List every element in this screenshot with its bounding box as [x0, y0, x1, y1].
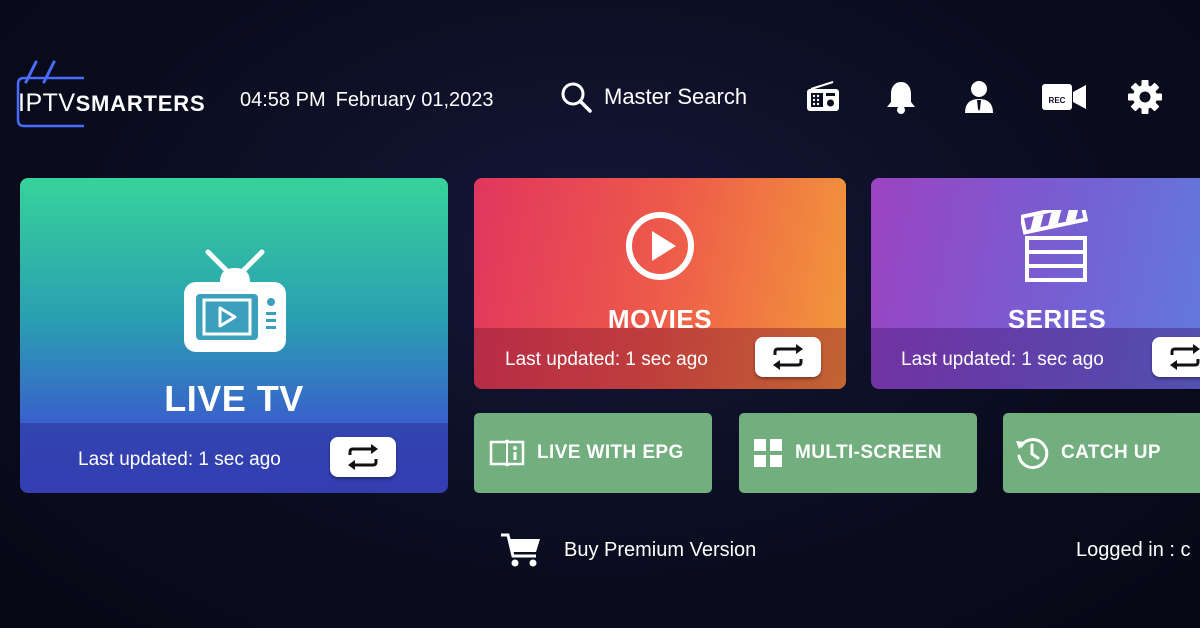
history-icon — [1016, 438, 1049, 470]
multi-screen-tile[interactable]: MULTI-SCREEN — [739, 413, 977, 493]
gear-icon — [1128, 80, 1162, 114]
profile-button[interactable] — [958, 76, 1000, 118]
settings-button[interactable] — [1124, 76, 1166, 118]
movies-footer: Last updated: 1 sec ago — [474, 328, 846, 389]
recordings-button[interactable]: REC — [1040, 76, 1088, 118]
series-footer: Last updated: 1 sec ago — [871, 328, 1200, 389]
user-icon — [965, 81, 993, 113]
refresh-icon — [773, 344, 803, 370]
live-tv-refresh-button[interactable] — [330, 437, 396, 477]
current-time: 04:58 PM — [240, 89, 326, 111]
rec-badge-text: REC — [1049, 96, 1066, 105]
rec-camera-icon: REC — [1042, 84, 1086, 110]
catch-up-label: CATCH UP — [1061, 442, 1161, 463]
movies-updated: Last updated: 1 sec ago — [505, 349, 708, 370]
buy-premium-button[interactable]: Buy Premium Version — [500, 530, 756, 570]
live-with-epg-tile[interactable]: LIVE WITH EPG — [474, 413, 712, 493]
live-tv-updated: Last updated: 1 sec ago — [78, 449, 281, 470]
series-tile[interactable]: SERIES Last updated: 1 sec ago — [871, 178, 1200, 389]
play-circle-icon — [626, 212, 694, 280]
logged-in-status: Logged in : c — [1076, 539, 1191, 561]
refresh-icon — [348, 444, 378, 470]
live-tv-title: LIVE TV — [164, 378, 304, 419]
master-search-button[interactable]: Master Search — [560, 80, 747, 114]
search-icon — [561, 82, 592, 113]
app-logo: IPTVSMARTERS — [14, 58, 214, 128]
logo-prefix: IPTV — [18, 89, 76, 117]
tv-icon — [184, 249, 286, 352]
series-updated: Last updated: 1 sec ago — [901, 349, 1104, 370]
live-tv-tile[interactable]: LIVE TV Last updated: 1 sec ago — [20, 178, 448, 493]
epg-book-icon — [489, 439, 525, 467]
movies-refresh-button[interactable] — [755, 337, 821, 377]
movies-tile[interactable]: MOVIES Last updated: 1 sec ago — [474, 178, 846, 389]
master-search-label: Master Search — [604, 84, 748, 109]
logo-name: SMARTERS — [75, 91, 206, 116]
radio-icon — [807, 81, 839, 111]
catch-up-tile[interactable]: CATCH UP — [1003, 413, 1200, 493]
live-with-epg-label: LIVE WITH EPG — [537, 442, 684, 463]
multi-screen-label: MULTI-SCREEN — [795, 442, 942, 463]
clock: 04:58 PM February 01,2023 — [240, 89, 494, 112]
bell-icon — [887, 82, 915, 114]
logo-text: IPTVSMARTERS — [18, 89, 205, 118]
current-date: February 01,2023 — [335, 89, 494, 111]
series-refresh-button[interactable] — [1152, 337, 1200, 377]
shopping-cart-icon — [501, 533, 540, 567]
buy-premium-label: Buy Premium Version — [564, 538, 757, 561]
notifications-button[interactable] — [880, 76, 922, 118]
radio-button[interactable] — [802, 76, 844, 118]
grid-icon — [754, 439, 782, 467]
live-tv-footer: Last updated: 1 sec ago — [20, 423, 448, 493]
clapperboard-icon — [1021, 210, 1089, 282]
refresh-icon — [1170, 344, 1200, 370]
